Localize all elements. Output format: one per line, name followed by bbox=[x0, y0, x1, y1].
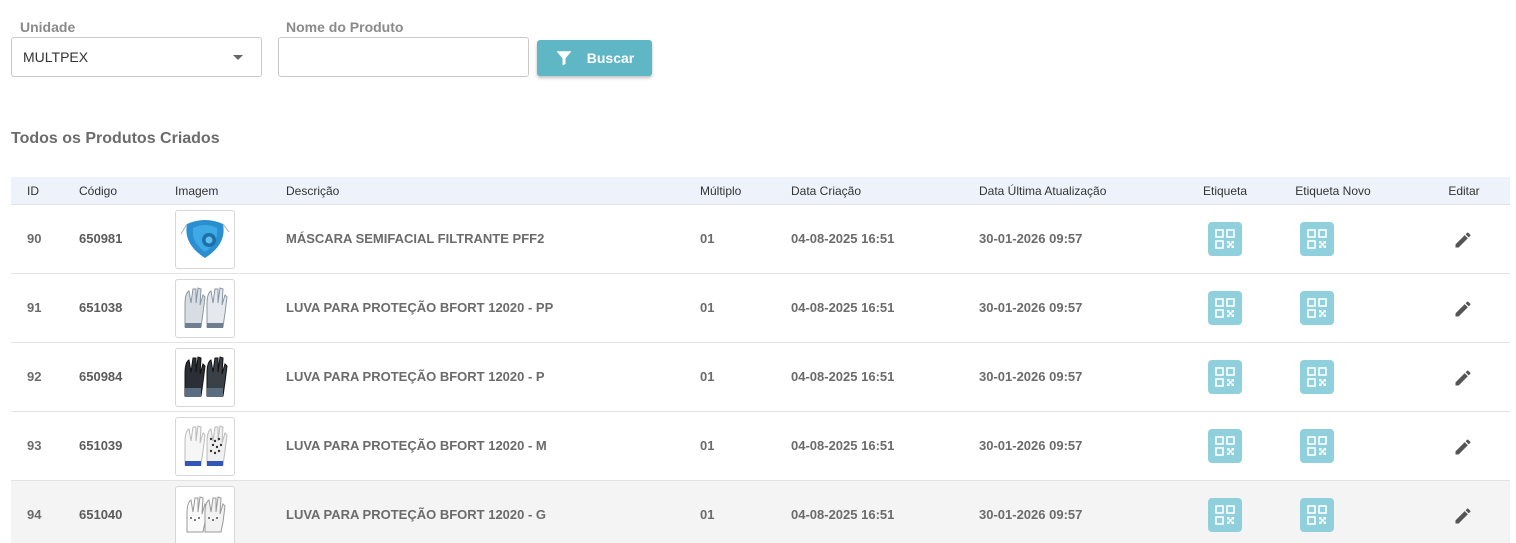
qr-code-icon bbox=[1215, 436, 1235, 456]
cell-updated: 30-01-2026 09:57 bbox=[979, 369, 1083, 384]
label-new-button[interactable] bbox=[1300, 360, 1334, 394]
unit-label: Unidade bbox=[20, 19, 76, 35]
header-created: Data Criação bbox=[791, 184, 862, 198]
cell-code: 650984 bbox=[79, 369, 123, 384]
header-code: Código bbox=[79, 184, 118, 198]
qr-code-icon bbox=[1215, 229, 1235, 249]
cell-id: 90 bbox=[27, 231, 42, 246]
label-button[interactable] bbox=[1208, 429, 1242, 463]
cell-created: 04-08-2025 16:51 bbox=[791, 507, 895, 522]
header-image: Imagem bbox=[175, 184, 219, 198]
table-header: ID Código Imagem Descrição Múltiplo Data… bbox=[11, 177, 1510, 205]
label-new-button[interactable] bbox=[1300, 291, 1334, 325]
edit-button[interactable] bbox=[1452, 505, 1474, 527]
unit-select[interactable]: MULTPEX bbox=[11, 37, 262, 77]
header-updated: Data Última Atualização bbox=[979, 184, 1107, 198]
cell-created: 04-08-2025 16:51 bbox=[791, 231, 895, 246]
section-title: Todos os Produtos Criados bbox=[11, 130, 220, 147]
pencil-icon bbox=[1455, 301, 1471, 317]
cell-multiple: 01 bbox=[700, 438, 715, 453]
qr-code-icon bbox=[1307, 436, 1327, 456]
glove-icon bbox=[184, 286, 228, 328]
qr-code-icon bbox=[1307, 367, 1327, 387]
cell-code: 651038 bbox=[79, 300, 123, 315]
label-new-button[interactable] bbox=[1300, 429, 1334, 463]
cell-description: LUVA PARA PROTEÇÃO BFORT 12020 - G bbox=[286, 507, 547, 522]
mask-icon bbox=[180, 219, 230, 258]
label-new-button[interactable] bbox=[1300, 498, 1334, 532]
edit-button[interactable] bbox=[1452, 298, 1474, 320]
header-description: Descrição bbox=[286, 184, 340, 198]
pencil-icon bbox=[1455, 508, 1471, 524]
qr-code-icon bbox=[1307, 229, 1327, 249]
header-label-new: Etiqueta Novo bbox=[1295, 184, 1371, 198]
cell-updated: 30-01-2026 09:57 bbox=[979, 507, 1083, 522]
pencil-icon bbox=[1455, 439, 1471, 455]
label-button[interactable] bbox=[1208, 291, 1242, 325]
products-table: ID Código Imagem Descrição Múltiplo Data… bbox=[11, 177, 1510, 543]
table-row: 94 651040 LUVA PARA PROTEÇÃO BFORT 12020… bbox=[11, 481, 1510, 543]
label-button[interactable] bbox=[1208, 222, 1242, 256]
cell-multiple: 01 bbox=[700, 507, 715, 522]
pencil-icon bbox=[1455, 232, 1471, 248]
qr-code-icon bbox=[1307, 505, 1327, 525]
table-row: 90 650981 MÁSCARA SEMIFACIAL FILTRANTE P… bbox=[11, 205, 1510, 274]
qr-code-icon bbox=[1215, 298, 1235, 318]
edit-button[interactable] bbox=[1452, 367, 1474, 389]
cell-description: LUVA PARA PROTEÇÃO BFORT 12020 - M bbox=[286, 438, 547, 453]
label-button[interactable] bbox=[1208, 360, 1242, 394]
glove-black-image[interactable] bbox=[175, 348, 235, 407]
glove-white-image[interactable] bbox=[175, 486, 235, 543]
cell-code: 650981 bbox=[79, 231, 123, 246]
edit-button[interactable] bbox=[1452, 229, 1474, 251]
qr-code-icon bbox=[1215, 505, 1235, 525]
cell-id: 92 bbox=[27, 369, 42, 384]
table-row: 91 651038 LUVA PARA PROTEÇÃO BFORT 12020… bbox=[11, 274, 1510, 343]
caret-down-icon bbox=[233, 55, 243, 60]
cell-id: 94 bbox=[27, 507, 42, 522]
header-edit: Editar bbox=[1448, 184, 1480, 198]
cell-description: LUVA PARA PROTEÇÃO BFORT 12020 - PP bbox=[286, 300, 554, 315]
search-button[interactable]: Buscar bbox=[537, 40, 652, 76]
product-name-input[interactable] bbox=[278, 37, 529, 77]
table-row: 92 650984 LUVA PARA PROTEÇÃO BFORT 12020… bbox=[11, 343, 1510, 412]
product-name-label: Nome do Produto bbox=[286, 19, 404, 35]
table-row: 93 651039 LUVA PARA PROTEÇÃO BFORT 12020… bbox=[11, 412, 1510, 481]
edit-button[interactable] bbox=[1452, 436, 1474, 458]
label-button[interactable] bbox=[1208, 498, 1242, 532]
pencil-icon bbox=[1455, 370, 1471, 386]
search-button-label: Buscar bbox=[586, 50, 635, 66]
header-label: Etiqueta bbox=[1202, 184, 1248, 198]
qr-code-icon bbox=[1307, 298, 1327, 318]
cell-multiple: 01 bbox=[700, 231, 715, 246]
cell-id: 91 bbox=[27, 300, 42, 315]
cell-created: 04-08-2025 16:51 bbox=[791, 438, 895, 453]
unit-select-value: MULTPEX bbox=[23, 49, 89, 65]
cell-multiple: 01 bbox=[700, 300, 715, 315]
cell-code: 651039 bbox=[79, 438, 123, 453]
glove-dotted-image[interactable] bbox=[175, 417, 235, 476]
cell-updated: 30-01-2026 09:57 bbox=[979, 300, 1083, 315]
cell-id: 93 bbox=[27, 438, 42, 453]
cell-updated: 30-01-2026 09:57 bbox=[979, 231, 1083, 246]
header-id: ID bbox=[27, 184, 39, 198]
cell-code: 651040 bbox=[79, 507, 123, 522]
cell-multiple: 01 bbox=[700, 369, 715, 384]
label-new-button[interactable] bbox=[1300, 222, 1334, 256]
cell-description: MÁSCARA SEMIFACIAL FILTRANTE PFF2 bbox=[286, 231, 545, 246]
glove-gray-image[interactable] bbox=[175, 279, 235, 338]
glove-icon bbox=[184, 424, 228, 466]
cell-description: LUVA PARA PROTEÇÃO BFORT 12020 - P bbox=[286, 369, 545, 384]
cell-created: 04-08-2025 16:51 bbox=[791, 300, 895, 315]
glove-icon bbox=[184, 355, 228, 397]
cell-updated: 30-01-2026 09:57 bbox=[979, 438, 1083, 453]
filter-icon bbox=[556, 51, 572, 66]
header-multiple: Múltiplo bbox=[700, 184, 742, 198]
cell-created: 04-08-2025 16:51 bbox=[791, 369, 895, 384]
qr-code-icon bbox=[1215, 367, 1235, 387]
mask-image[interactable] bbox=[175, 210, 235, 269]
glove-icon bbox=[186, 495, 226, 532]
